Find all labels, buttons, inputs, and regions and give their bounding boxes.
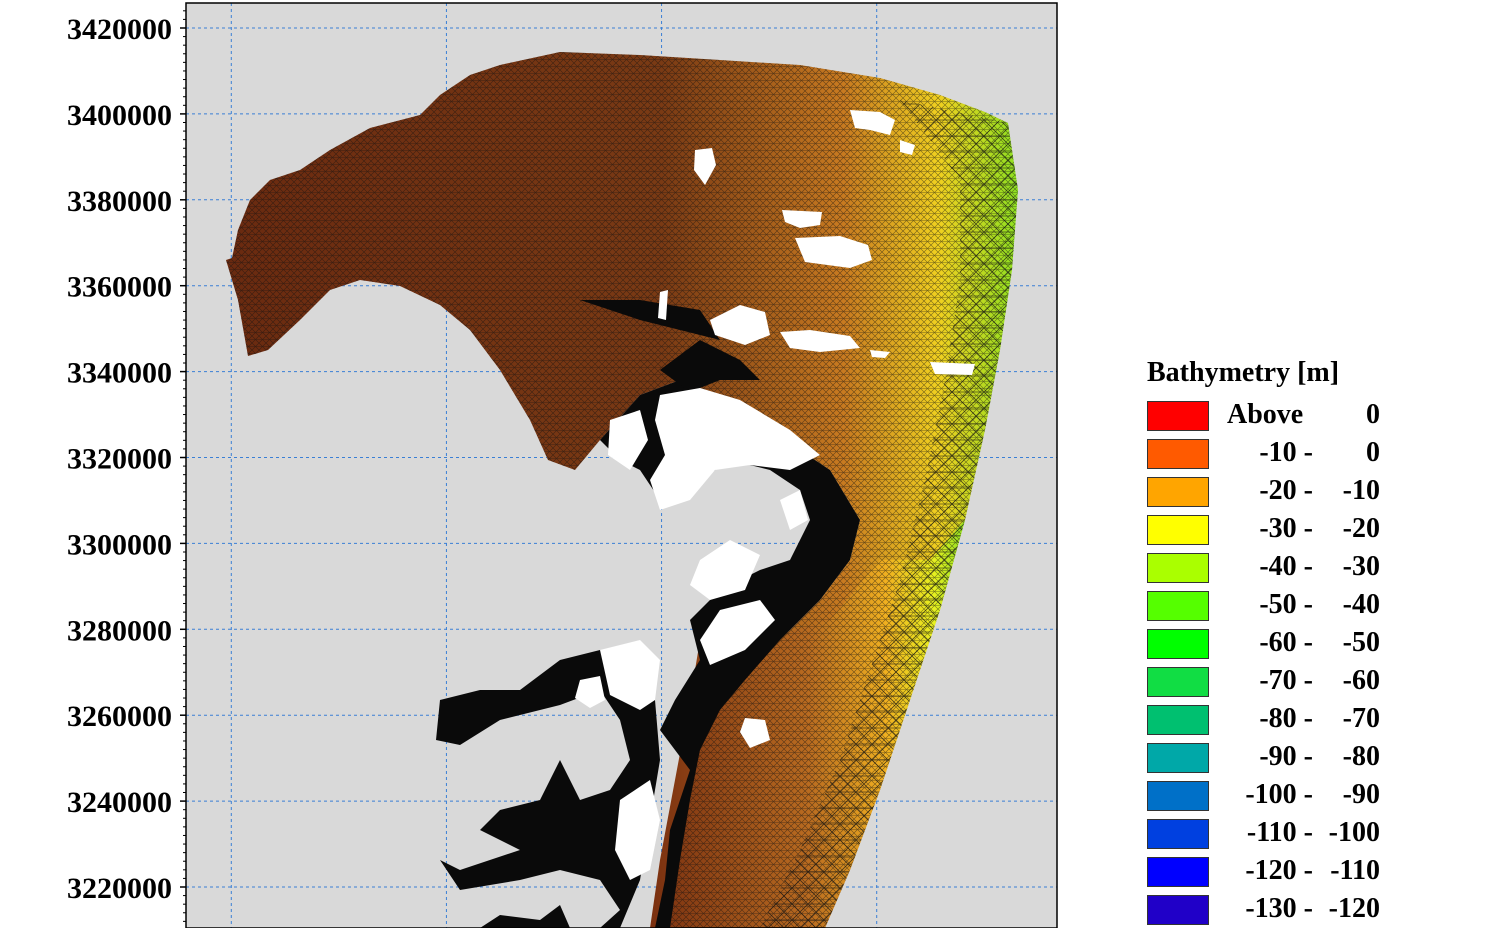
legend-range-from: -100 - xyxy=(1245,779,1313,810)
legend-swatch xyxy=(1147,819,1209,849)
legend-range-to: 0 xyxy=(1366,437,1380,468)
legend-swatch xyxy=(1147,439,1209,469)
legend-swatch xyxy=(1147,401,1209,431)
y-tick-label: 3220000 xyxy=(67,872,172,905)
legend-range-to: -60 xyxy=(1342,665,1380,696)
legend-swatch xyxy=(1147,515,1209,545)
legend-items: Above 0 -10 -0 -20 - -10 -30 - -20 -40 - -30 -50 … xyxy=(1147,395,1447,927)
legend-title: Bathymetry [m] xyxy=(1147,357,1340,388)
legend-swatch xyxy=(1147,743,1209,773)
legend-range-to: -110 xyxy=(1330,855,1380,886)
legend-range-to: -50 xyxy=(1342,627,1380,658)
y-tick-label: 3420000 xyxy=(67,13,172,46)
legend-range-from: -50 - xyxy=(1259,589,1313,620)
legend-item: -80 - -70 xyxy=(1147,699,1447,737)
legend-range-to: -90 xyxy=(1342,779,1380,810)
legend-item: Above 0 xyxy=(1147,395,1447,433)
y-tick-label: 3320000 xyxy=(67,443,172,476)
legend-range-to: -80 xyxy=(1342,741,1380,772)
legend: Bathymetry [m] Above 0 -10 -0 -20 - -10 -30 -… xyxy=(1147,355,1447,927)
legend-swatch xyxy=(1147,857,1209,887)
legend-item: -120 - -110 xyxy=(1147,851,1447,889)
legend-range-from: -130 - xyxy=(1245,893,1313,924)
legend-item: -50 - -40 xyxy=(1147,585,1447,623)
legend-swatch xyxy=(1147,667,1209,697)
y-tick-label: 3300000 xyxy=(67,528,172,561)
legend-swatch xyxy=(1147,895,1209,925)
legend-swatch xyxy=(1147,781,1209,811)
legend-range-from: -80 - xyxy=(1259,703,1313,734)
y-tick-label: 3360000 xyxy=(67,271,172,304)
legend-range-from: -20 - xyxy=(1259,475,1313,506)
legend-range-from: -10 - xyxy=(1259,437,1313,468)
legend-item: -90 - -80 xyxy=(1147,737,1447,775)
legend-item: -110 - -100 xyxy=(1147,813,1447,851)
legend-range-from: Above xyxy=(1227,399,1304,430)
y-tick-label: 3340000 xyxy=(67,357,172,390)
legend-range-from: -90 - xyxy=(1259,741,1313,772)
legend-range-from: -40 - xyxy=(1259,551,1313,582)
legend-item: -20 - -10 xyxy=(1147,471,1447,509)
legend-range-to: -40 xyxy=(1342,589,1380,620)
legend-range-from: -70 - xyxy=(1259,665,1313,696)
legend-range-to: -120 xyxy=(1328,893,1380,924)
legend-range-from: -30 - xyxy=(1259,513,1313,544)
legend-item: -130 - -120 xyxy=(1147,889,1447,927)
legend-range-to: -10 xyxy=(1342,475,1380,506)
legend-item: -40 - -30 xyxy=(1147,547,1447,585)
legend-range-from: -110 - xyxy=(1246,817,1313,848)
y-tick-label: 3400000 xyxy=(67,99,172,132)
legend-item: -70 - -60 xyxy=(1147,661,1447,699)
legend-swatch xyxy=(1147,591,1209,621)
legend-range-from: -120 - xyxy=(1245,855,1313,886)
y-tick-label: 3280000 xyxy=(67,614,172,647)
y-axis: 3420000 3400000 3380000 3360000 3340000 33200… xyxy=(67,10,186,922)
y-tick-label: 3380000 xyxy=(67,185,172,218)
y-tick-label: 3260000 xyxy=(67,700,172,733)
legend-range-to: -30 xyxy=(1342,551,1380,582)
legend-item: -10 - 0 xyxy=(1147,433,1447,471)
legend-item: -100 - -90 xyxy=(1147,775,1447,813)
legend-range-to: -100 xyxy=(1328,817,1380,848)
legend-swatch xyxy=(1147,705,1209,735)
legend-swatch xyxy=(1147,477,1209,507)
island xyxy=(930,362,975,375)
legend-item: -60 - -50 xyxy=(1147,623,1447,661)
legend-item: -30 - -20 xyxy=(1147,509,1447,547)
legend-range-to: -20 xyxy=(1342,513,1380,544)
legend-range-from: -60 - xyxy=(1259,627,1313,658)
y-tick-label: 3240000 xyxy=(67,786,172,819)
legend-swatch xyxy=(1147,553,1209,583)
legend-range-to: 0 xyxy=(1366,399,1380,430)
legend-swatch xyxy=(1147,629,1209,659)
legend-range-to: -70 xyxy=(1342,703,1380,734)
